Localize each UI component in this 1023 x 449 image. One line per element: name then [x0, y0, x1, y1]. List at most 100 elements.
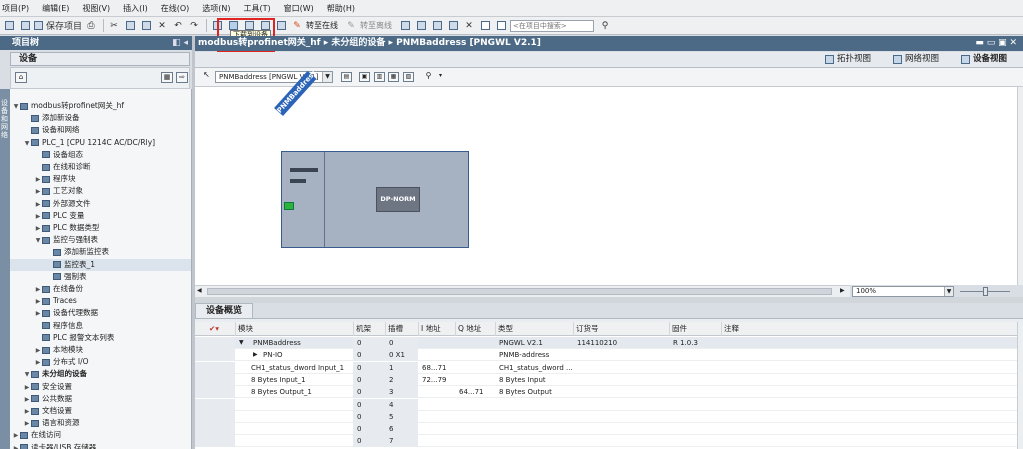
table-row[interactable]: 8 Bytes Output_1 0 3 64...71 8 Bytes Output	[195, 386, 1017, 399]
column-header[interactable]: 订货号	[573, 322, 669, 336]
tree-item[interactable]: ▶ 语言和资源	[10, 417, 191, 430]
tree-item[interactable]: ▶ 工艺对象	[10, 185, 191, 197]
go-offline-button[interactable]: 转至离线	[360, 20, 392, 31]
collapse-panel-icon[interactable]: ◧ ◂	[172, 36, 188, 50]
chevron-right-icon[interactable]: ▶	[34, 308, 42, 320]
scroll-left-icon[interactable]: ◀	[197, 287, 202, 294]
menu-item[interactable]: 编辑(E)	[42, 3, 69, 14]
tree-item[interactable]: ▼ 监控与强制表	[10, 234, 191, 247]
open-project-icon[interactable]	[18, 19, 32, 33]
tree-item[interactable]: ▶ 外部源文件	[10, 198, 191, 211]
zoom-menu-icon[interactable]: ▾	[435, 72, 446, 82]
go-online-icon[interactable]: ✎	[290, 19, 304, 33]
chevron-down-icon[interactable]: ▼	[23, 369, 31, 381]
undo-icon[interactable]: ↶	[171, 19, 185, 33]
tree-item[interactable]: 在线和诊断	[10, 161, 191, 173]
menu-item[interactable]: 工具(T)	[243, 3, 270, 14]
tree-item[interactable]: 添加新设备	[10, 112, 191, 124]
search-icon[interactable]: ⚲	[598, 19, 612, 33]
tree-item[interactable]: ▶ Traces	[10, 295, 191, 307]
tree-item[interactable]: ▼ 未分组的设备	[10, 368, 191, 381]
page-break-icon[interactable]: ▥	[374, 72, 385, 82]
column-header[interactable]: 类型	[495, 322, 573, 336]
go-online-button[interactable]: 转至在线	[306, 20, 338, 31]
table-row[interactable]: 07	[195, 435, 1017, 448]
menu-item[interactable]: 项目(P)	[2, 3, 29, 14]
column-header[interactable]: 机架	[353, 322, 385, 336]
tree-item[interactable]: 添加新监控表	[10, 246, 191, 258]
table-row[interactable]: 06	[195, 423, 1017, 436]
print-icon[interactable]: ⎙	[84, 19, 98, 33]
zoom-slider-thumb[interactable]	[983, 287, 988, 296]
chevron-right-icon[interactable]: ▶	[34, 223, 42, 235]
tree-item[interactable]: 监控表_1	[10, 258, 191, 271]
chevron-right-icon[interactable]: ▶	[34, 357, 42, 369]
table-row[interactable]: 05	[195, 410, 1017, 423]
tree-item[interactable]: ▼ modbus转profinet网关_hf	[10, 100, 191, 113]
table-row[interactable]: CH1_status_dword Input_1 0 1 68...71 CH1_sta…	[195, 361, 1017, 374]
tab-topology-view[interactable]: 拓扑视图	[823, 53, 871, 67]
window-controls[interactable]: ▬ ▭ ▣ ✕	[975, 36, 1017, 51]
network-view-icon[interactable]: ⌂	[15, 72, 27, 83]
start-cpu-icon[interactable]	[430, 19, 444, 33]
chevron-right-icon[interactable]: ▶	[23, 394, 31, 406]
chevron-down-icon[interactable]: ▼	[12, 101, 20, 113]
menu-item[interactable]: 在线(O)	[161, 3, 190, 14]
tree-item[interactable]: ▶ 分布式 I/O	[10, 356, 191, 369]
cut-icon[interactable]: ✂	[107, 19, 121, 33]
chevron-right-icon[interactable]: ▶	[251, 349, 258, 361]
device-properties-icon[interactable]: ▤	[341, 72, 352, 82]
cross-reference-icon[interactable]	[414, 19, 428, 33]
tree-item[interactable]: ▶ 安全设置	[10, 381, 191, 394]
overview-splitter[interactable]	[195, 297, 1023, 303]
canvas-vertical-scrollbar[interactable]	[1017, 87, 1023, 285]
table-row[interactable]: 8 Bytes Input_1 0 2 72...79 8 Bytes Input	[195, 373, 1017, 386]
tab-device-view[interactable]: 设备视图	[959, 53, 1007, 67]
split-horizontal-icon[interactable]	[478, 19, 492, 33]
chevron-right-icon[interactable]: ▶	[34, 199, 42, 211]
redo-icon[interactable]: ↷	[187, 19, 201, 33]
chevron-right-icon[interactable]: ▶	[34, 284, 42, 296]
pointer-icon[interactable]: ↖	[201, 71, 212, 81]
grid-icon[interactable]: ▦	[388, 72, 399, 82]
layout-icon[interactable]: ▧	[403, 72, 414, 82]
column-header[interactable]: I 地址	[418, 322, 455, 336]
delete-icon[interactable]: ✕	[155, 19, 169, 33]
dp-norm-block[interactable]: DP-NORM	[376, 187, 420, 212]
zoom-select[interactable]: 100% ▼	[852, 286, 954, 297]
grid-view-icon[interactable]: ▦	[161, 72, 173, 83]
tab-device-overview[interactable]: 设备概览	[195, 303, 253, 318]
chevron-right-icon[interactable]: ▶	[34, 211, 42, 223]
column-header[interactable]: 注释	[721, 322, 821, 336]
menu-item[interactable]: 帮助(H)	[327, 3, 355, 14]
chevron-right-icon[interactable]: ▶	[23, 418, 31, 430]
split-vertical-icon[interactable]	[494, 19, 508, 33]
canvas-horizontal-scrollbar[interactable]: ◀ ▶	[195, 285, 850, 297]
chevron-right-icon[interactable]: ▶	[23, 382, 31, 394]
column-header[interactable]: 固件	[669, 322, 721, 336]
chevron-right-icon[interactable]: ▶	[12, 430, 20, 442]
tree-item[interactable]: ▶ 公共数据	[10, 393, 191, 406]
chevron-right-icon[interactable]: ▶	[12, 443, 20, 449]
tree-item[interactable]: ▶ 在线访问	[10, 429, 191, 442]
export-icon[interactable]: ⇨	[176, 72, 188, 83]
tree-item[interactable]: 设备和网络	[10, 124, 191, 136]
table-row[interactable]: ▶ PN-IO 0 0 X1 PNMB-address	[195, 349, 1017, 362]
filter-icon[interactable]: ✔▾	[207, 322, 235, 336]
show-module-labels-icon[interactable]: ▣	[359, 72, 370, 82]
new-project-icon[interactable]	[2, 19, 16, 33]
tree-item[interactable]: ▶ 本地模块	[10, 344, 191, 356]
tree-item[interactable]: ▶ PLC 变量	[10, 210, 191, 223]
scroll-thumb[interactable]	[207, 288, 832, 295]
chevron-down-icon[interactable]: ▼	[34, 235, 42, 247]
tree-item[interactable]: 程序信息	[10, 320, 191, 332]
close-icon[interactable]: ✕	[462, 19, 476, 33]
chevron-down-icon[interactable]: ▼	[23, 138, 31, 150]
device-module[interactable]: DP-NORM	[281, 151, 469, 248]
tree-item[interactable]: ▶ 文档设置	[10, 405, 191, 417]
tree-item[interactable]: 设备组态	[10, 149, 191, 161]
accessible-devices-icon[interactable]	[398, 19, 412, 33]
chevron-right-icon[interactable]: ▶	[34, 174, 42, 186]
stop-simulation-icon[interactable]	[274, 19, 288, 33]
project-search-input[interactable]	[510, 19, 595, 32]
